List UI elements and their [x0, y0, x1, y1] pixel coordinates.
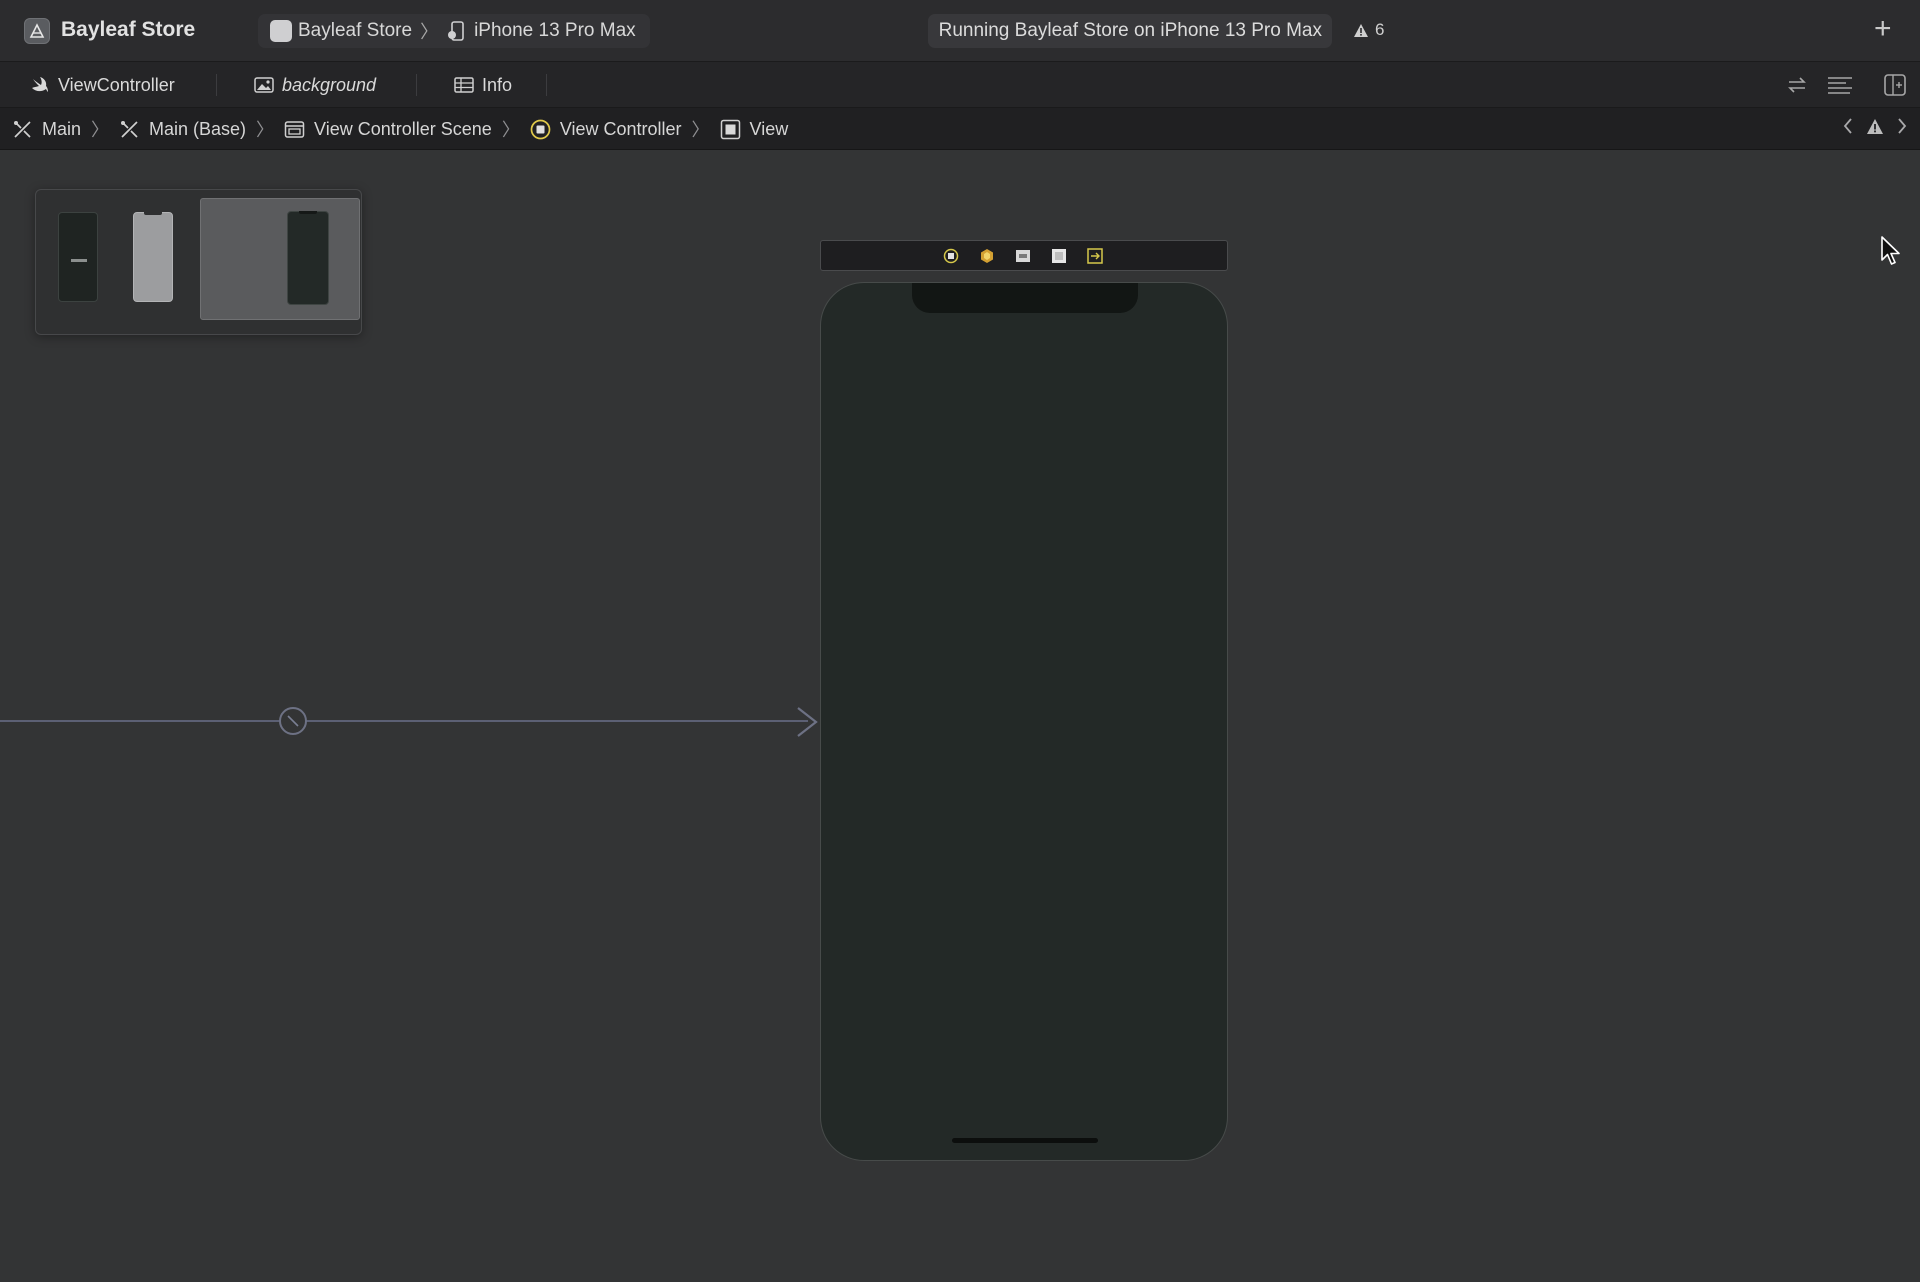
- image-asset-icon: [254, 76, 274, 94]
- warning-icon: [1354, 23, 1368, 37]
- editor-tab-bar: ViewController background Info: [0, 62, 1920, 108]
- warning-count: 6: [1375, 20, 1385, 39]
- scheme-selector[interactable]: Bayleaf Store 〉 iPhone 13 Pro Max: [258, 14, 650, 48]
- device-icon: [446, 20, 468, 42]
- app-title: Bayleaf Store: [61, 18, 196, 41]
- app-icon[interactable]: [24, 18, 50, 44]
- scheme-name: Bayleaf Store: [298, 20, 413, 41]
- chevron-right-icon: 〉: [420, 22, 439, 42]
- storyboard-icon: [119, 119, 140, 140]
- minimap-thumbnail-notch: [144, 212, 162, 215]
- first-responder-icon[interactable]: [979, 248, 995, 264]
- breadcrumb-label: Main (Base): [149, 118, 247, 139]
- window-toolbar: Bayleaf Store Bayleaf Store 〉 iPhone 13 …: [0, 0, 1920, 62]
- storyboard-icon: [12, 119, 33, 140]
- tab-divider: [216, 74, 217, 96]
- tab-info[interactable]: Info: [454, 62, 512, 108]
- tab-viewcontroller[interactable]: ViewController: [30, 62, 175, 108]
- issue-navigation: [1842, 108, 1908, 150]
- entry-point-badge[interactable]: [279, 707, 307, 735]
- device-notch: [912, 283, 1138, 313]
- chevron-right-icon: 〉: [691, 120, 710, 140]
- breadcrumb-main[interactable]: Main: [12, 119, 81, 140]
- minimap-scene-thumbnail[interactable]: [287, 211, 329, 305]
- breadcrumb-view[interactable]: View: [720, 118, 789, 140]
- breadcrumb-label: Main: [42, 118, 82, 139]
- mouse-cursor-icon: [1881, 236, 1900, 265]
- warnings-indicator[interactable]: 6: [1353, 20, 1384, 40]
- storyboard-reference-icon[interactable]: [1087, 248, 1103, 264]
- activity-status: Running Bayleaf Store on iPhone 13 Pro M…: [928, 14, 1332, 48]
- device-name: iPhone 13 Pro Max: [474, 20, 636, 41]
- add-editor-icon[interactable]: [1884, 74, 1906, 96]
- tab-background[interactable]: background: [254, 62, 376, 108]
- scheme-app-icon: [270, 20, 292, 42]
- minimap-scene-thumbnail[interactable]: [133, 212, 173, 302]
- home-indicator: [952, 1138, 1098, 1143]
- view-controller-icon: [530, 119, 551, 140]
- breadcrumb-label: View: [749, 118, 789, 139]
- breadcrumb-label: View Controller Scene: [314, 118, 492, 139]
- chevron-right-icon: 〉: [91, 120, 110, 140]
- arrow-head-icon: [797, 707, 818, 737]
- breadcrumb-main-base[interactable]: Main (Base): [119, 119, 246, 140]
- tab-divider: [546, 74, 547, 96]
- minimap-thumbnail-notch: [299, 211, 317, 214]
- chevron-left-icon[interactable]: [1842, 117, 1854, 141]
- swift-icon: [30, 76, 50, 94]
- breadcrumb-view-controller-scene[interactable]: View Controller Scene: [284, 119, 492, 140]
- chevron-right-icon[interactable]: [1896, 117, 1908, 141]
- view-dock-icon[interactable]: [1051, 248, 1067, 264]
- initial-entry-arrow[interactable]: [0, 720, 808, 722]
- exit-icon[interactable]: [1015, 248, 1031, 264]
- storyboard-canvas[interactable]: [0, 151, 1920, 1282]
- table-icon: [454, 76, 474, 94]
- breadcrumb-label: View Controller: [559, 118, 682, 139]
- tab-label: Info: [482, 74, 513, 95]
- minimap-thumbnail-detail: [71, 259, 87, 262]
- scene-dock: [820, 240, 1228, 271]
- minimap-viewport[interactable]: [200, 198, 360, 320]
- chevron-right-icon: 〉: [501, 120, 520, 140]
- tab-label: ViewController: [58, 74, 175, 95]
- issue-warning-icon[interactable]: [1866, 118, 1884, 141]
- storyboard-minimap[interactable]: [35, 189, 362, 335]
- swap-editor-icon[interactable]: [1786, 74, 1808, 96]
- minimap-scene-thumbnail[interactable]: [58, 212, 98, 302]
- view-controller-dock-icon[interactable]: [943, 248, 959, 264]
- breadcrumb-view-controller[interactable]: View Controller: [530, 119, 682, 140]
- tab-label: background: [282, 74, 377, 95]
- view-controller-scene[interactable]: [820, 282, 1228, 1161]
- add-button[interactable]: +: [1874, 14, 1892, 44]
- scene-icon: [284, 119, 305, 140]
- editor-options-icon[interactable]: [1826, 74, 1854, 96]
- tab-divider: [416, 74, 417, 96]
- jump-bar: Main 〉 Main (Base) 〉 View Controller Sce…: [0, 108, 1920, 150]
- view-icon: [720, 119, 741, 140]
- chevron-right-icon: 〉: [256, 120, 275, 140]
- breadcrumb: Main 〉 Main (Base) 〉 View Controller Sce…: [12, 108, 788, 150]
